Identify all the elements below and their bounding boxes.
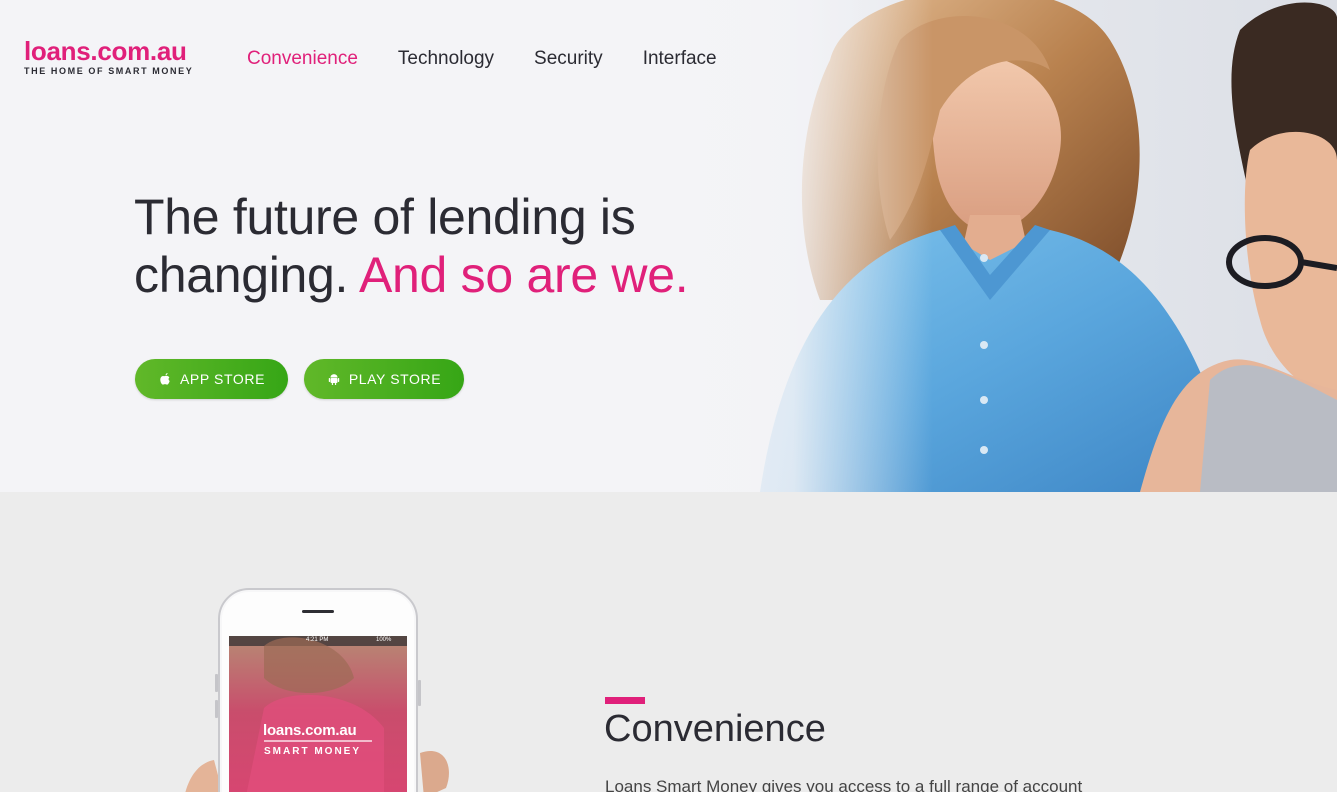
hero-section: loans.com.au THE HOME OF SMART MONEY Con… — [0, 0, 1337, 492]
headline-line2-accent: And so are we. — [359, 247, 689, 303]
section-accent-bar — [605, 697, 645, 704]
phone-screen-tagline: SMART MONEY — [264, 746, 361, 757]
section-title: Convenience — [604, 708, 826, 750]
phone-status-battery: 100% — [376, 637, 392, 643]
app-store-button[interactable]: APP STORE — [135, 359, 288, 399]
main-nav: Convenience Technology Security Interfac… — [247, 48, 757, 70]
apple-icon — [160, 373, 170, 385]
nav-item-interface[interactable]: Interface — [643, 48, 717, 70]
nav-item-convenience[interactable]: Convenience — [247, 48, 358, 70]
convenience-section: 4:21 PM 100% loans.com.au SMART MONEY Co… — [0, 492, 1337, 792]
section-body: Loans Smart Money gives you access to a … — [605, 777, 1083, 792]
phone-screen-brand: loans.com.au — [263, 722, 357, 739]
app-store-label: APP STORE — [179, 371, 266, 387]
logo-wordmark: loans.com.au — [24, 36, 187, 66]
nav-item-technology[interactable]: Technology — [398, 48, 494, 70]
logo-tagline: THE HOME OF SMART MONEY — [24, 66, 194, 76]
headline-line2-plain: changing. — [134, 247, 349, 303]
brand-logo[interactable]: loans.com.au THE HOME OF SMART MONEY — [24, 36, 193, 76]
nav-item-security[interactable]: Security — [534, 48, 603, 70]
hero-headline: The future of lending is changing. And s… — [134, 188, 689, 304]
phone-status-time: 4:21 PM — [306, 637, 329, 643]
hero-photo — [640, 0, 1337, 492]
android-icon — [328, 374, 340, 385]
phone-mockup: 4:21 PM 100% loans.com.au SMART MONEY — [184, 588, 454, 792]
play-store-button[interactable]: PLAY STORE — [304, 359, 464, 399]
play-store-label: PLAY STORE — [348, 371, 442, 387]
headline-line1: The future of lending is — [134, 189, 636, 245]
